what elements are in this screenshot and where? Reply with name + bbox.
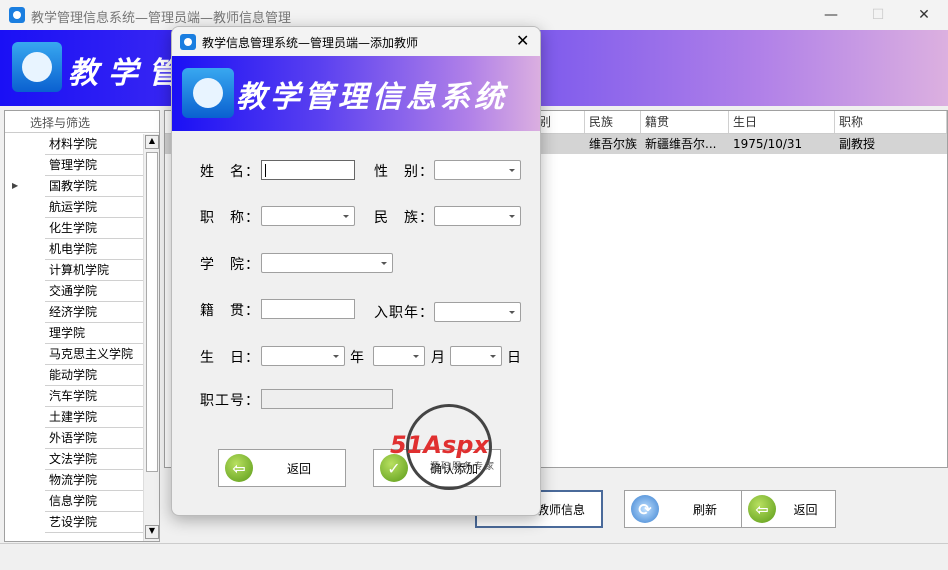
back-label: 返回 [793, 502, 818, 517]
college-list-item[interactable]: 计算机学院 [45, 260, 145, 281]
app-icon [9, 7, 25, 23]
minimize-button[interactable]: — [816, 4, 846, 26]
ethnicity-select[interactable] [434, 206, 521, 226]
maximize-button[interactable]: ☐ [863, 4, 893, 26]
col-header[interactable]: 职称 [835, 111, 947, 133]
watermark-slogan: 源码服务专家 [430, 462, 497, 472]
back-arrow-icon: ⇦ [748, 495, 776, 523]
staff-id-input[interactable] [261, 389, 393, 409]
college-list-item[interactable]: 艺设学院 [45, 512, 145, 533]
title-select[interactable] [261, 206, 355, 226]
col-header[interactable]: 别 [535, 111, 585, 133]
college-list-item[interactable]: 外语学院 [45, 428, 145, 449]
entry-year-label: 入职年： [374, 305, 434, 321]
dialog-back-button[interactable]: ⇦ 返回 [218, 449, 346, 487]
staff-id-label: 职工号： [200, 393, 260, 409]
table-cell[interactable]: 副教授 [835, 134, 947, 154]
college-list-item[interactable]: 土建学院 [45, 407, 145, 428]
college-label: 学 院： [200, 257, 260, 273]
watermark-brand: 51Aspx [390, 431, 489, 459]
dialog-back-label: 返回 [286, 461, 311, 476]
college-select[interactable] [261, 253, 393, 273]
title-label: 职 称： [200, 210, 260, 226]
birthday-label: 生 日： [200, 350, 260, 366]
dialog-banner: 教学管理信息系统 [172, 56, 540, 131]
row-indicator-icon: ▶ [12, 181, 19, 190]
filter-header: 选择与筛选 [5, 111, 159, 133]
main-window-title: 教学管理信息系统—管理员端—教师信息管理 [31, 11, 292, 26]
college-list-item[interactable]: 航运学院 [45, 197, 145, 218]
college-list-item[interactable]: 马克思主义学院 [45, 344, 145, 365]
col-header[interactable]: 民族 [585, 111, 641, 133]
birth-day-select[interactable] [450, 346, 502, 366]
college-list-item[interactable]: 能动学院 [45, 365, 145, 386]
table-cell[interactable]: 新疆维吾尔... [641, 134, 729, 154]
scroll-down-icon[interactable]: ▼ [145, 525, 159, 539]
native-place-input[interactable] [261, 299, 355, 319]
dialog-close-icon[interactable]: ✕ [516, 31, 529, 50]
dialog-logo-icon [182, 68, 234, 118]
list-scrollbar[interactable]: ▲ ▼ [143, 134, 159, 541]
table-cell[interactable]: 维吾尔族 [585, 134, 641, 154]
back-button[interactable]: ⇦ 返回 [741, 490, 836, 528]
college-list-item[interactable]: 经济学院 [45, 302, 145, 323]
dialog-banner-title: 教学管理信息系统 [236, 80, 508, 115]
refresh-button[interactable]: ⟳ 刷新 [624, 490, 752, 528]
college-list-item[interactable]: 管理学院 [45, 155, 145, 176]
name-input[interactable] [261, 160, 355, 180]
refresh-icon: ⟳ [631, 495, 659, 523]
college-list-item[interactable]: 国教学院 [45, 176, 145, 197]
add-teacher-dialog: 教学信息管理系统—管理员端—添加教师 ✕ 教学管理信息系统 姓 名： 性 别： … [171, 26, 541, 516]
back-arrow-icon: ⇦ [225, 454, 253, 482]
gender-label: 性 别： [374, 164, 434, 180]
college-list-item[interactable]: 理学院 [45, 323, 145, 344]
college-list-item[interactable]: 材料学院 [45, 134, 145, 155]
college-list-item[interactable]: 交通学院 [45, 281, 145, 302]
ethnicity-label: 民 族： [374, 210, 434, 226]
filter-header-label: 选择与筛选 [30, 116, 91, 130]
month-label: 月 [431, 350, 446, 366]
day-label: 日 [507, 350, 522, 366]
college-list-item[interactable]: 汽车学院 [45, 386, 145, 407]
college-list-item[interactable]: 信息学院 [45, 491, 145, 512]
gender-select[interactable] [434, 160, 521, 180]
refresh-label: 刷新 [692, 502, 717, 517]
dialog-app-icon [180, 34, 196, 50]
filter-panel: 选择与筛选 ▶ 材料学院 管理学院 国教学院 航运学院 化生学院 机电学院 计算机学院 交通学… [4, 110, 160, 542]
entry-year-select[interactable] [434, 302, 521, 322]
close-button[interactable]: ✕ [909, 4, 939, 26]
scroll-thumb[interactable] [146, 152, 158, 472]
dialog-title: 教学信息管理系统—管理员端—添加教师 [202, 36, 419, 50]
name-label: 姓 名： [200, 164, 260, 180]
dialog-title-bar: 教学信息管理系统—管理员端—添加教师 ✕ [172, 27, 540, 56]
native-place-label: 籍 贯： [200, 303, 260, 319]
college-list-item[interactable]: 化生学院 [45, 218, 145, 239]
scroll-up-icon[interactable]: ▲ [145, 135, 159, 149]
table-cell[interactable]: 1975/10/31 [729, 134, 835, 154]
col-header[interactable]: 籍贯 [641, 111, 729, 133]
birth-year-select[interactable] [261, 346, 345, 366]
college-list-item[interactable]: 物流学院 [45, 470, 145, 491]
college-list-item[interactable]: 机电学院 [45, 239, 145, 260]
year-label: 年 [350, 350, 365, 366]
birth-month-select[interactable] [373, 346, 425, 366]
col-header[interactable]: 生日 [729, 111, 835, 133]
college-list-item[interactable]: 文法学院 [45, 449, 145, 470]
logo-icon [12, 42, 62, 92]
